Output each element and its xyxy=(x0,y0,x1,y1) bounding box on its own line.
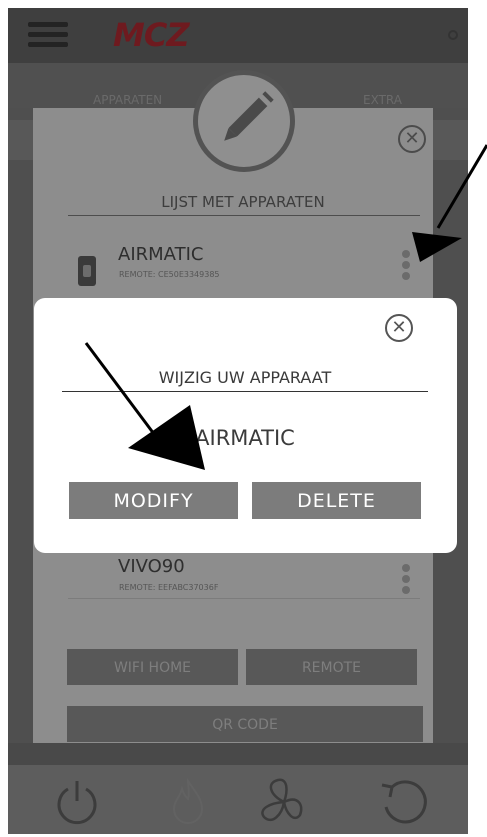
dialog-device-name: AIRMATIC xyxy=(195,426,295,450)
close-icon[interactable]: ✕ xyxy=(385,314,413,342)
edit-device-dialog: ✕ WIJZIG UW APPARAAT AIRMATIC MODIFY DEL… xyxy=(34,298,457,553)
status-icon xyxy=(448,30,458,40)
fan-icon[interactable] xyxy=(256,775,312,829)
device-name[interactable]: VIVO90 xyxy=(118,556,185,577)
remote-button[interactable]: REMOTE xyxy=(246,649,417,685)
delete-button[interactable]: DELETE xyxy=(252,482,421,519)
close-icon[interactable]: ✕ xyxy=(398,125,426,153)
dialog-title: WIJZIG UW APPARAAT xyxy=(158,368,332,387)
wifi-home-button[interactable]: WIFI HOME xyxy=(67,649,238,685)
device-remote-id: REMOTE: EEFABC37036F xyxy=(119,583,219,592)
pencil-icon xyxy=(193,70,295,172)
power-icon[interactable] xyxy=(52,777,102,827)
divider xyxy=(68,598,420,599)
refresh-icon[interactable] xyxy=(378,777,430,829)
bottom-toolbar xyxy=(8,765,468,834)
device-remote-id: REMOTE: CE50E3349385 xyxy=(119,270,220,279)
menu-icon[interactable] xyxy=(28,22,68,48)
flame-icon[interactable] xyxy=(168,777,208,827)
divider xyxy=(62,391,428,392)
kebab-menu-icon[interactable] xyxy=(402,564,410,597)
qr-code-button[interactable]: QR CODE xyxy=(67,706,423,742)
top-bar: MCZ xyxy=(8,8,468,63)
footer-band xyxy=(8,743,468,765)
device-list-title: LIJST MET APPARATEN xyxy=(161,193,325,211)
device-icon xyxy=(78,256,96,286)
divider xyxy=(68,215,420,216)
device-name[interactable]: AIRMATIC xyxy=(118,244,203,265)
modify-button[interactable]: MODIFY xyxy=(69,482,238,519)
kebab-menu-icon[interactable] xyxy=(402,250,410,283)
brand-logo: MCZ xyxy=(113,16,190,54)
tab-apparaten[interactable]: APPARATEN xyxy=(93,93,162,107)
tab-extra[interactable]: EXTRA xyxy=(363,93,402,107)
